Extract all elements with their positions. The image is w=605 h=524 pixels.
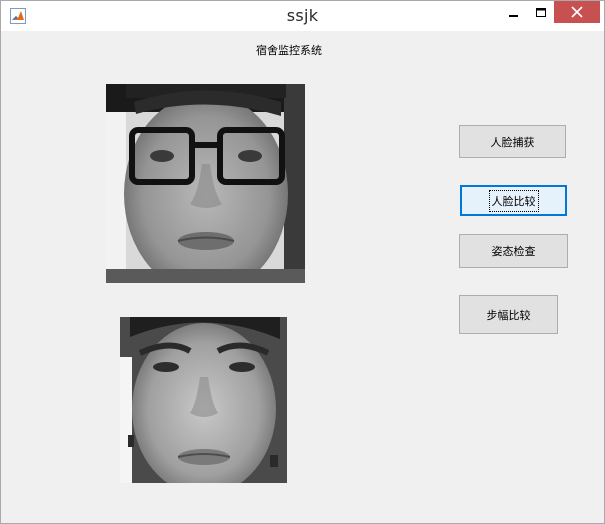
close-button[interactable] — [554, 1, 600, 23]
posture-check-label: 姿态检查 — [491, 245, 536, 258]
app-window: ssjk 宿舍监控系统 人脸捕获 人脸比较 姿态检查 步幅比较 — [0, 0, 605, 524]
stride-compare-label: 步幅比较 — [486, 308, 531, 322]
maximize-icon — [535, 3, 547, 22]
close-icon — [571, 3, 583, 22]
maximize-button[interactable] — [528, 1, 554, 23]
face-compare-label: 人脸比较 — [488, 189, 539, 212]
page-title: 宿舍监控系统 — [256, 44, 322, 57]
reference-face-image — [120, 317, 287, 483]
posture-check-button[interactable]: 姿态检查 — [459, 234, 568, 268]
minimize-icon — [509, 3, 519, 22]
stride-compare-button[interactable]: 步幅比较 — [459, 295, 558, 334]
captured-face-image — [106, 84, 305, 283]
face-capture-label: 人脸捕获 — [490, 135, 535, 149]
figure-panel: 宿舍监控系统 人脸捕获 人脸比较 姿态检查 步幅比较 — [9, 31, 599, 517]
minimize-button[interactable] — [500, 1, 528, 23]
face-compare-button[interactable]: 人脸比较 — [460, 185, 567, 216]
title-bar[interactable]: ssjk — [1, 1, 604, 31]
face-capture-button[interactable]: 人脸捕获 — [459, 125, 566, 158]
